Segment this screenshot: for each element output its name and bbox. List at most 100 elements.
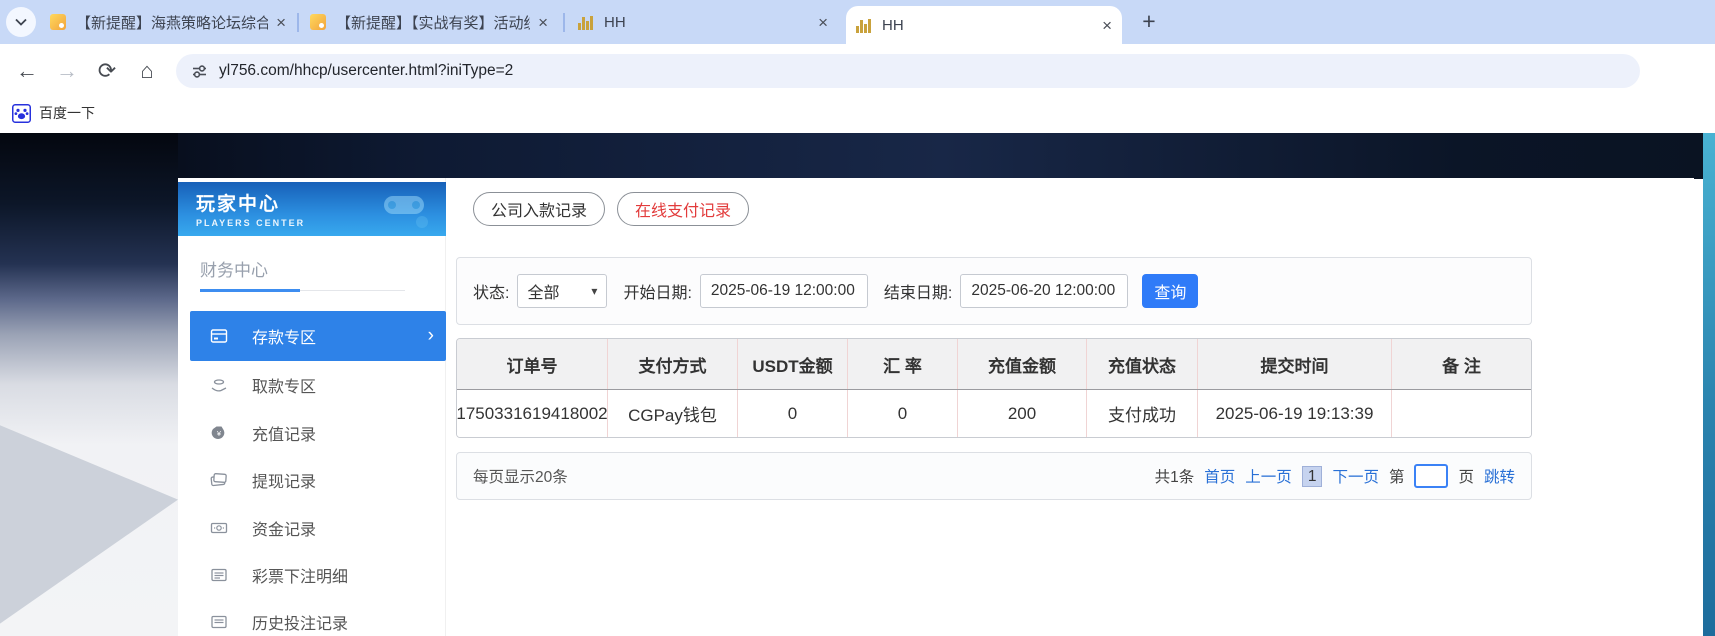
bookmark-baidu[interactable]: 百度一下	[12, 103, 95, 123]
col-recharge-status: 充值状态	[1087, 339, 1198, 389]
chevron-right-icon: ›	[427, 325, 434, 346]
history-list-icon	[210, 613, 228, 631]
close-icon[interactable]: ×	[818, 14, 828, 31]
sidebar-item-label: 存款专区	[252, 330, 317, 347]
reload-icon[interactable]: ⟳	[92, 57, 122, 85]
section-underline	[200, 289, 405, 292]
tab-company-deposit-records[interactable]: 公司入款记录	[473, 192, 606, 226]
status-select[interactable]: 全部 ▾	[517, 274, 608, 308]
new-tab-button[interactable]: +	[1134, 6, 1164, 36]
withdrawal-wallet-icon	[210, 471, 228, 489]
end-date-input[interactable]	[960, 274, 1129, 308]
bookmark-label: 百度一下	[39, 105, 95, 121]
sidebar: 玩家中心 PLAYERS CENTER 财务中心 存款专区 › 取款专区 ¥ 充…	[178, 178, 446, 636]
hh-gold-icon	[578, 14, 594, 30]
site-settings-icon[interactable]	[192, 64, 207, 79]
tab-title: 【新提醒】【实战有奖】活动统	[336, 14, 531, 32]
start-date-label: 开始日期:	[623, 285, 692, 302]
current-page-indicator: 1	[1301, 465, 1323, 487]
start-date-input[interactable]	[699, 274, 868, 308]
tab-title: 【新提醒】海燕策略论坛综合交	[76, 14, 269, 32]
sidebar-item-label: 资金记录	[252, 521, 317, 539]
baidu-paw-icon	[12, 103, 31, 123]
sidebar-item-label: 提现记录	[252, 473, 317, 491]
close-icon[interactable]: ×	[538, 14, 548, 31]
tab-search-button[interactable]	[6, 7, 36, 37]
gamepad-icon	[376, 186, 432, 230]
sidebar-item-deposit[interactable]: 存款专区 ›	[190, 311, 446, 361]
browser-toolbar: ← → ⟳ ⌂ yl756.com/hhcp/usercenter.html?i…	[0, 44, 1715, 98]
forum-icon	[310, 14, 326, 30]
sidebar-item-history-bet-records[interactable]: 历史投注记录	[178, 598, 446, 636]
browser-tab-strip: 【新提醒】海燕策略论坛综合交 × 【新提醒】【实战有奖】活动统 × HH × H…	[0, 0, 1715, 44]
sidebar-section-title: 财务中心	[200, 261, 268, 280]
tab-separator	[563, 13, 565, 32]
home-icon[interactable]: ⌂	[132, 57, 162, 85]
hh-gold-icon	[856, 17, 872, 33]
browser-tab-3[interactable]: HH ×	[568, 0, 838, 44]
close-icon[interactable]: ×	[1102, 17, 1112, 34]
record-type-tabs: 公司入款记录 在线支付记录	[473, 192, 750, 226]
pagination-controls: 共1条 首页 上一页 1 下一页 第 页 跳转	[1155, 464, 1515, 488]
page-size-text: 每页显示20条	[473, 469, 568, 486]
address-bar[interactable]: yl756.com/hhcp/usercenter.html?iniType=2	[176, 54, 1640, 88]
page-scrollbar[interactable]	[1703, 133, 1715, 636]
cell-payment-method: CGPay钱包	[608, 390, 738, 437]
col-usdt-amount: USDT金额	[738, 339, 848, 389]
back-icon[interactable]: ←	[12, 57, 42, 85]
filter-bar: 状态: 全部 ▾ 开始日期: 结束日期: 查询	[456, 257, 1532, 325]
status-label: 状态:	[473, 285, 510, 302]
col-order-number: 订单号	[457, 339, 608, 389]
payment-records-table: 订单号 支付方式 USDT金额 汇 率 充值金额 充值状态 提交时间 备 注 1…	[456, 338, 1532, 438]
end-date-label: 结束日期:	[883, 285, 953, 302]
browser-tab-1[interactable]: 【新提醒】海燕策略论坛综合交 ×	[40, 0, 296, 44]
next-page-link[interactable]: 下一页	[1332, 465, 1379, 487]
sidebar-item-label: 彩票下注明细	[252, 568, 349, 586]
jump-prefix: 第	[1388, 469, 1405, 486]
prev-page-link[interactable]: 上一页	[1245, 465, 1292, 487]
status-select-value: 全部	[527, 285, 560, 302]
cell-remarks	[1392, 390, 1531, 437]
site-banner-background	[0, 133, 1715, 179]
sidebar-item-funds-records[interactable]: 资金记录	[178, 504, 446, 551]
sidebar-item-lottery-bet-details[interactable]: 彩票下注明细	[178, 551, 446, 598]
total-count-text: 共1条	[1154, 469, 1195, 486]
browser-tab-2[interactable]: 【新提醒】【实战有奖】活动统 ×	[300, 0, 558, 44]
col-remarks: 备 注	[1442, 356, 1481, 376]
cell-submit-time: 2025-06-19 19:13:39	[1198, 390, 1392, 437]
sidebar-item-label: 取款专区	[252, 378, 317, 396]
tab-online-payment-records[interactable]: 在线支付记录	[617, 192, 750, 226]
forum-icon	[50, 14, 66, 30]
user-center-panel: 玩家中心 PLAYERS CENTER 财务中心 存款专区 › 取款专区 ¥ 充…	[178, 178, 1694, 636]
jump-suffix: 页	[1458, 469, 1474, 486]
cell-order-number: 1750331619418002	[457, 390, 608, 437]
col-submit-time: 提交时间	[1198, 339, 1392, 389]
tab-title: HH	[604, 13, 626, 31]
first-page-link[interactable]: 首页	[1204, 465, 1235, 487]
sidebar-item-withdrawal-records[interactable]: 提现记录	[178, 456, 446, 503]
tab-title: HH	[882, 16, 904, 34]
forward-icon[interactable]: →	[52, 57, 82, 85]
page-number-input[interactable]	[1414, 464, 1449, 488]
lottery-list-icon	[210, 566, 228, 584]
query-button[interactable]: 查询	[1142, 274, 1199, 308]
col-payment-method: 支付方式	[608, 339, 738, 389]
sidebar-item-recharge-records[interactable]: ¥ 充值记录	[178, 409, 446, 456]
tab-separator	[297, 13, 299, 32]
bookmarks-bar: 百度一下	[0, 98, 1715, 133]
funds-banknote-icon	[210, 519, 228, 537]
deposit-card-icon	[210, 327, 228, 345]
close-icon[interactable]: ×	[276, 14, 286, 31]
web-page: 玩家中心 PLAYERS CENTER 财务中心 存款专区 › 取款专区 ¥ 充…	[0, 133, 1715, 636]
cell-recharge-status: 支付成功	[1087, 390, 1198, 437]
url-text[interactable]: yl756.com/hhcp/usercenter.html?iniType=2	[219, 62, 513, 80]
col-recharge-amount: 充值金额	[958, 339, 1087, 389]
cell-usdt-amount: 0	[738, 390, 848, 437]
players-center-header: 玩家中心 PLAYERS CENTER	[178, 182, 446, 236]
sidebar-item-label: 充值记录	[252, 426, 317, 444]
chevron-down-icon: ▾	[591, 284, 598, 298]
jump-link[interactable]: 跳转	[1484, 465, 1515, 487]
sidebar-item-withdraw[interactable]: 取款专区	[178, 361, 446, 408]
browser-tab-4-active[interactable]: HH ×	[846, 6, 1122, 44]
recharge-moneybag-icon: ¥	[210, 424, 228, 442]
